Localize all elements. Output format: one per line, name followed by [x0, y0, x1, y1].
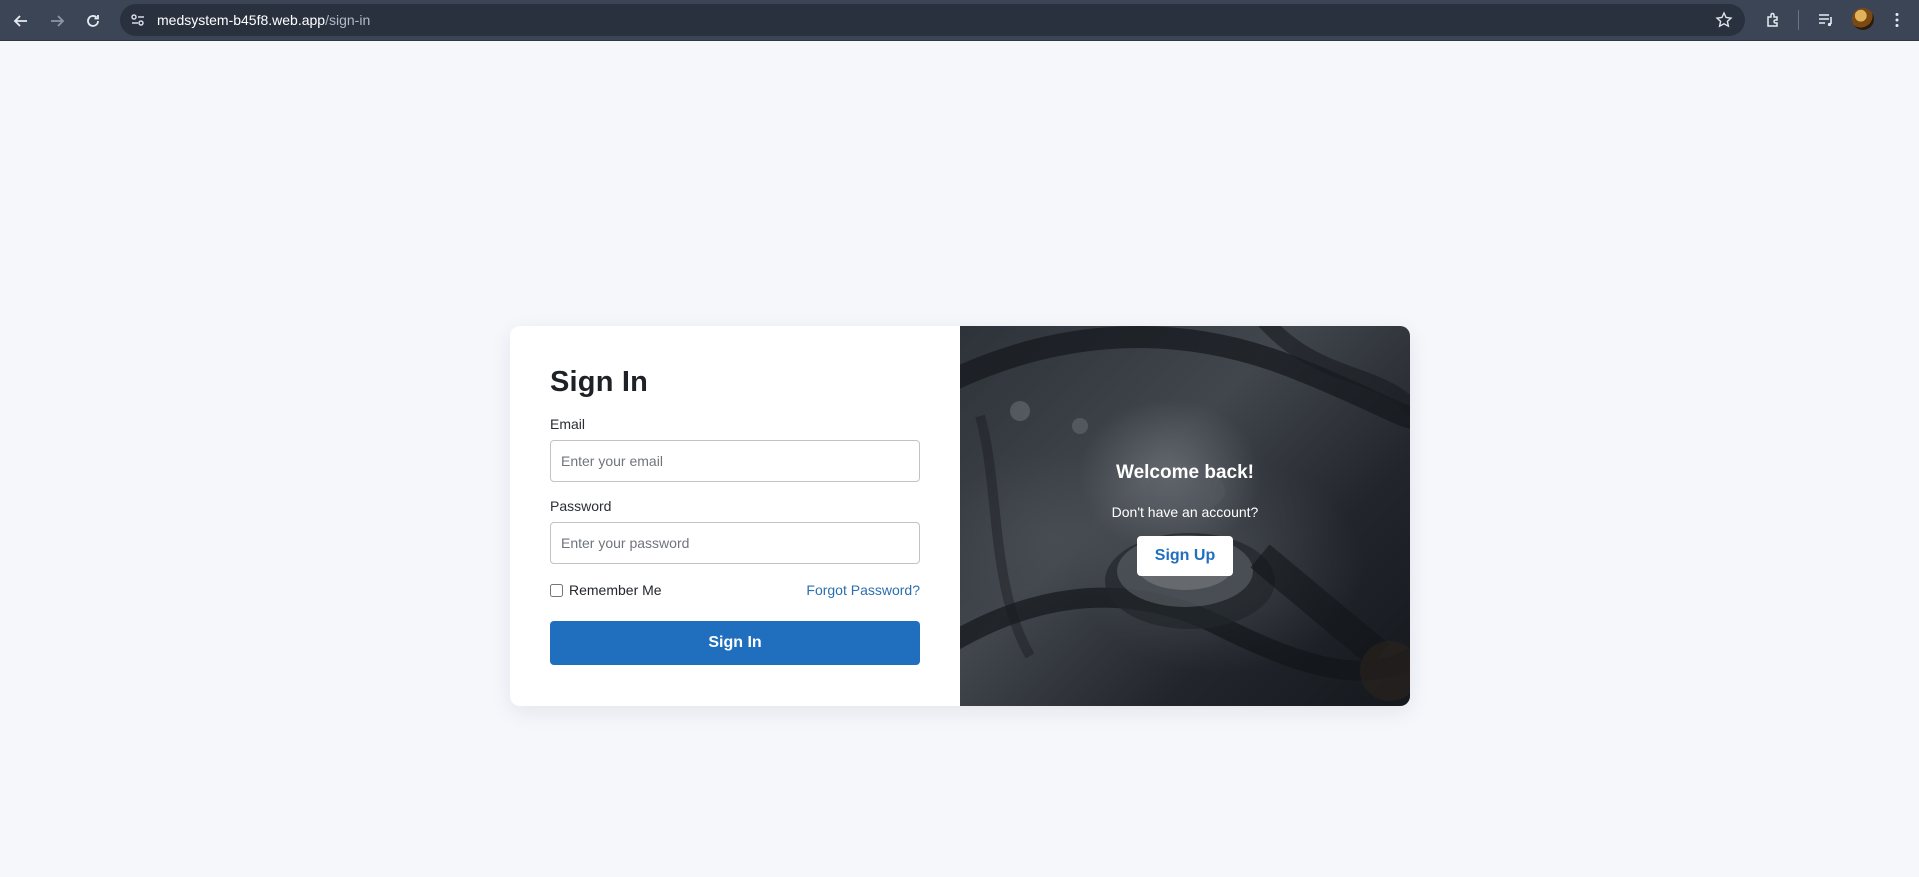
no-account-text: Don't have an account?	[1111, 504, 1259, 520]
password-label: Password	[550, 498, 612, 514]
extensions-icon[interactable]	[1760, 7, 1786, 33]
options-row: Remember Me Forgot Password?	[550, 582, 920, 598]
menu-kebab-icon[interactable]	[1884, 7, 1910, 33]
welcome-heading: Welcome back!	[1116, 462, 1254, 483]
signin-button[interactable]: Sign In	[550, 621, 920, 665]
forward-icon[interactable]	[44, 8, 70, 34]
site-settings-icon[interactable]	[130, 12, 146, 28]
url-host: medsystem-b45f8.web.app	[157, 12, 326, 28]
remember-me-label: Remember Me	[569, 582, 662, 598]
url-text: medsystem-b45f8.web.app/sign-in	[157, 12, 370, 28]
browser-toolbar: medsystem-b45f8.web.app/sign-in	[0, 0, 1919, 41]
signin-title: Sign In	[550, 366, 649, 398]
signup-button[interactable]: Sign Up	[1137, 536, 1233, 576]
password-field[interactable]	[550, 522, 920, 564]
reload-icon[interactable]	[80, 8, 106, 34]
bookmark-star-icon[interactable]	[1715, 11, 1733, 29]
reading-list-icon[interactable]	[1813, 7, 1839, 33]
remember-me[interactable]: Remember Me	[550, 582, 662, 598]
back-icon[interactable]	[8, 8, 34, 34]
address-bar[interactable]: medsystem-b45f8.web.app/sign-in	[120, 4, 1745, 36]
toolbar-separator	[1798, 10, 1799, 30]
email-label: Email	[550, 416, 586, 432]
profile-avatar[interactable]	[1852, 8, 1874, 30]
url-path: /sign-in	[325, 12, 371, 28]
auth-card: Sign In Email Password Remember Me Forgo…	[510, 326, 1410, 706]
signin-panel: Sign In Email Password Remember Me Forgo…	[510, 326, 960, 706]
forgot-password-link[interactable]: Forgot Password?	[806, 582, 920, 598]
remember-me-checkbox[interactable]	[550, 583, 563, 597]
email-field[interactable]	[550, 440, 920, 482]
welcome-panel: Welcome back! Don't have an account? Sig…	[960, 326, 1410, 706]
